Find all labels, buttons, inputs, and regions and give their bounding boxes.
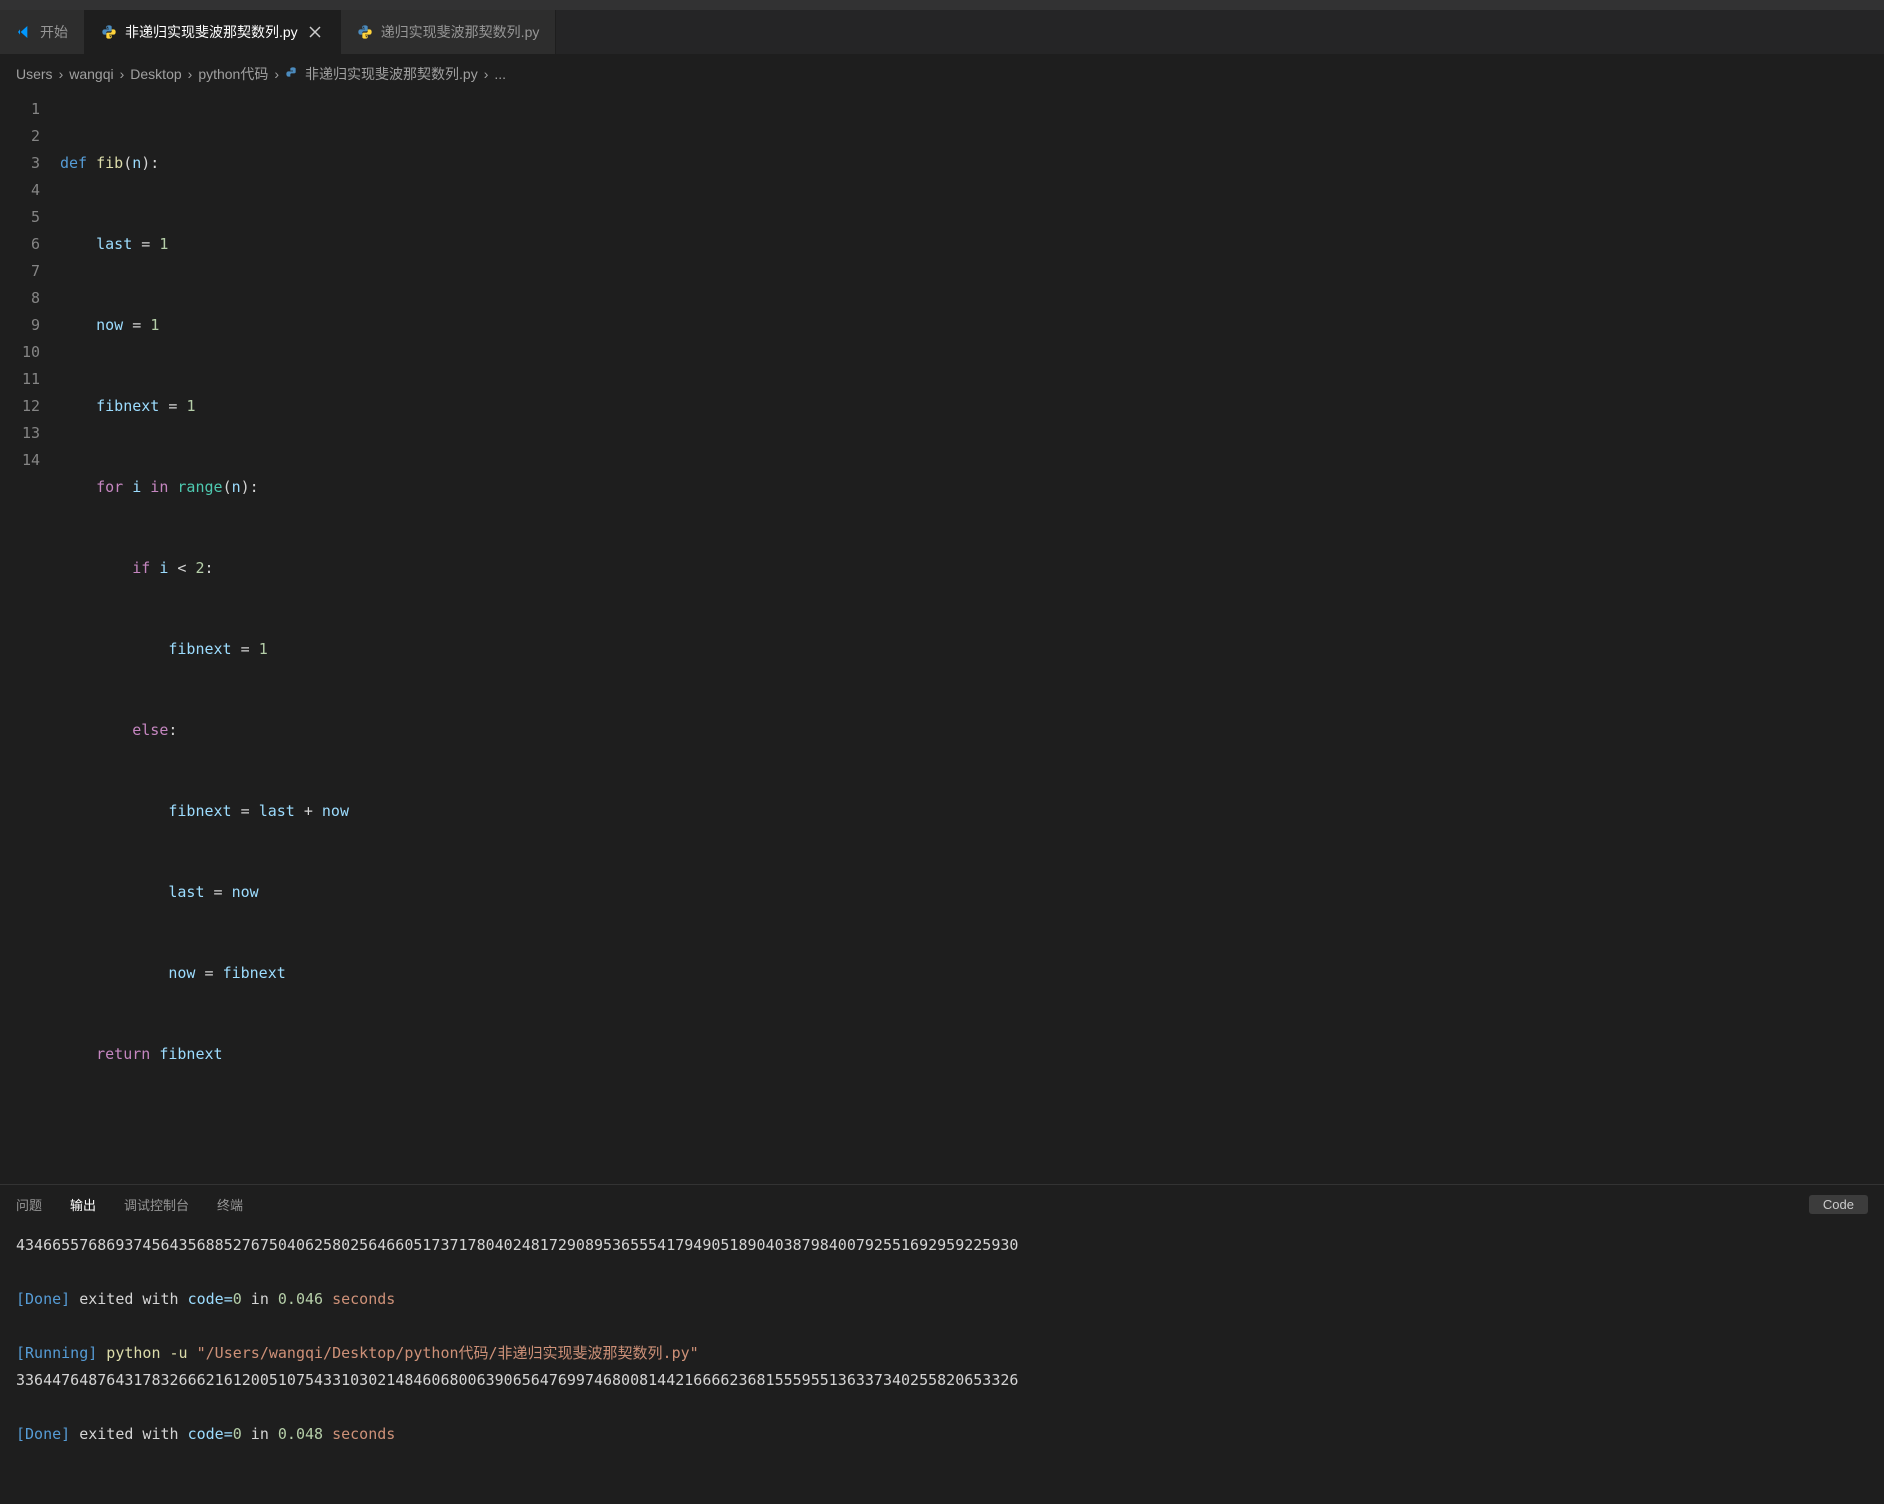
tab-file-inactive-label: 递归实现斐波那契数列.py	[381, 22, 540, 42]
panel-tab-debug[interactable]: 调试控制台	[124, 1195, 189, 1214]
output-line: [Done] exited with code=0 in 0.046 secon…	[16, 1286, 1868, 1313]
breadcrumb-segment[interactable]: ...	[494, 66, 506, 82]
editor[interactable]: 1 2 3 4 5 6 7 8 9 10 11 12 13 14 def fib…	[0, 94, 1884, 1184]
code-line[interactable]: fibnext = 1	[60, 393, 1884, 420]
tab-file-active[interactable]: 非递归实现斐波那契数列.py	[85, 10, 341, 54]
tab-welcome[interactable]: 开始	[0, 10, 85, 54]
line-number: 13	[0, 420, 60, 447]
python-icon	[357, 24, 373, 40]
line-number: 14	[0, 447, 60, 474]
code-line[interactable]: else:	[60, 717, 1884, 744]
title-bar	[0, 0, 1884, 10]
line-number-gutter: 1 2 3 4 5 6 7 8 9 10 11 12 13 14	[0, 94, 60, 1184]
code-line[interactable]	[60, 1122, 1884, 1149]
code-line[interactable]: now = 1	[60, 312, 1884, 339]
vscode-icon	[16, 24, 32, 40]
tab-welcome-label: 开始	[40, 22, 68, 42]
code-line[interactable]: last = now	[60, 879, 1884, 906]
chevron-right-icon: ›	[274, 66, 279, 82]
panel-tabs: 问题 输出 调试控制台 终端 Code	[0, 1185, 1884, 1224]
chevron-right-icon: ›	[484, 66, 489, 82]
line-number: 4	[0, 177, 60, 204]
line-number: 5	[0, 204, 60, 231]
code-line[interactable]: last = 1	[60, 231, 1884, 258]
code-line[interactable]: now = fibnext	[60, 960, 1884, 987]
output-line: 3364476487643178326662161200510754331030…	[16, 1367, 1868, 1394]
code-line[interactable]: fibnext = 1	[60, 636, 1884, 663]
breadcrumb-segment[interactable]: Desktop	[130, 66, 181, 82]
line-number: 3	[0, 150, 60, 177]
python-icon	[101, 24, 117, 40]
output-line	[16, 1394, 1868, 1421]
code-line[interactable]: return fibnext	[60, 1041, 1884, 1068]
code-content[interactable]: def fib(n): last = 1 now = 1 fibnext = 1…	[60, 94, 1884, 1184]
line-number: 6	[0, 231, 60, 258]
code-line[interactable]: fibnext = last + now	[60, 798, 1884, 825]
line-number: 2	[0, 123, 60, 150]
chevron-right-icon: ›	[120, 66, 125, 82]
bottom-panel: 问题 输出 调试控制台 终端 Code 43466557686937456435…	[0, 1184, 1884, 1504]
output-line: 4346655768693745643568852767504062580256…	[16, 1232, 1868, 1259]
close-icon[interactable]	[306, 23, 324, 41]
line-number: 11	[0, 366, 60, 393]
output-line	[16, 1259, 1868, 1286]
panel-tab-problems[interactable]: 问题	[16, 1195, 42, 1214]
panel-tab-terminal[interactable]: 终端	[217, 1195, 243, 1214]
code-line[interactable]: for i in range(n):	[60, 474, 1884, 501]
tab-file-active-label: 非递归实现斐波那契数列.py	[125, 22, 298, 42]
output-channel-dropdown[interactable]: Code	[1809, 1195, 1868, 1214]
python-icon	[285, 66, 301, 82]
line-number: 7	[0, 258, 60, 285]
output-content[interactable]: 4346655768693745643568852767504062580256…	[0, 1224, 1884, 1504]
chevron-right-icon: ›	[59, 66, 64, 82]
line-number: 10	[0, 339, 60, 366]
chevron-right-icon: ›	[188, 66, 193, 82]
breadcrumb-segment[interactable]: python代码	[198, 64, 268, 84]
breadcrumb-segment[interactable]: wangqi	[69, 66, 113, 82]
breadcrumbs[interactable]: Users › wangqi › Desktop › python代码 › 非递…	[0, 54, 1884, 94]
code-line[interactable]: if i < 2:	[60, 555, 1884, 582]
line-number: 8	[0, 285, 60, 312]
line-number: 12	[0, 393, 60, 420]
line-number: 9	[0, 312, 60, 339]
output-line: [Running] python -u "/Users/wangqi/Deskt…	[16, 1340, 1868, 1367]
line-number: 1	[0, 96, 60, 123]
breadcrumb-segment[interactable]: Users	[16, 66, 53, 82]
output-line: [Done] exited with code=0 in 0.048 secon…	[16, 1421, 1868, 1448]
tabs-bar: 开始 非递归实现斐波那契数列.py 递归实现斐波那契数列.py	[0, 10, 1884, 54]
tab-file-inactive[interactable]: 递归实现斐波那契数列.py	[341, 10, 557, 54]
breadcrumb-segment[interactable]: 非递归实现斐波那契数列.py	[305, 64, 478, 84]
code-line[interactable]: def fib(n):	[60, 150, 1884, 177]
panel-tab-output[interactable]: 输出	[70, 1195, 96, 1214]
output-line	[16, 1313, 1868, 1340]
